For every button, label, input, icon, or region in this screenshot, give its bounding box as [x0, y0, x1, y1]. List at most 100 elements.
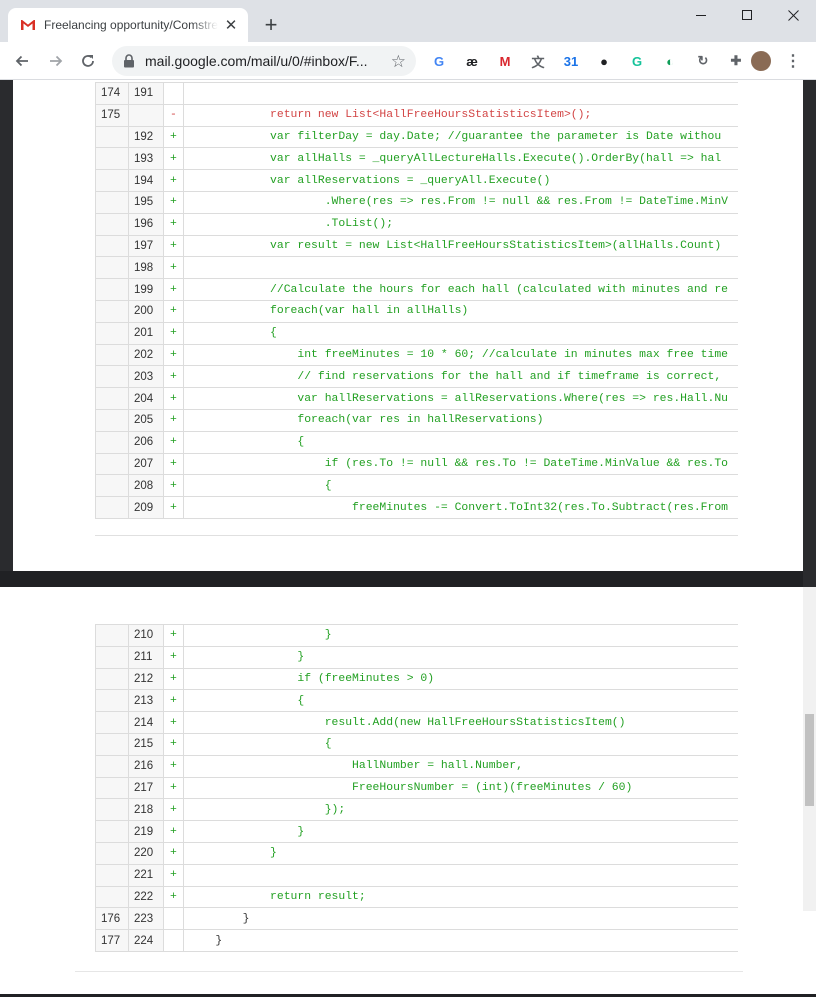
- new-line-number: 221: [128, 863, 164, 887]
- refresh-ext-icon[interactable]: ↻: [694, 52, 712, 70]
- close-tab-icon[interactable]: ✕: [222, 16, 240, 34]
- browser-tab[interactable]: Freelancing opportunity/Comstre ✕: [8, 8, 248, 42]
- new-line-number: [128, 103, 164, 127]
- puzzle-icon[interactable]: ✚: [727, 52, 745, 70]
- diff-marker: +: [163, 430, 184, 454]
- maximize-button[interactable]: [724, 0, 770, 30]
- divider: [95, 535, 738, 536]
- menu-kebab-icon[interactable]: ⋮: [784, 52, 802, 70]
- diff-row: 217 + FreeHoursNumber = (int)(freeMinutes…: [95, 776, 738, 800]
- diff-marker: +: [163, 299, 184, 323]
- translate-icon[interactable]: 文: [529, 52, 547, 70]
- diff-row: 201 + {: [95, 321, 738, 345]
- diff-row: 207 + if (res.To != null && res.To != Dat…: [95, 452, 738, 476]
- code-line: HallNumber = hall.Number,: [183, 754, 738, 778]
- diff-marker: +: [163, 343, 184, 367]
- code-line: // find reservations for the hall and if…: [183, 365, 738, 389]
- new-line-number: 191: [128, 82, 164, 105]
- old-line-number: [95, 365, 129, 389]
- new-line-number: 219: [128, 820, 164, 843]
- old-line-number: [95, 125, 129, 149]
- old-line-number: [95, 190, 129, 214]
- old-line-number: [95, 387, 129, 410]
- diff-marker: +: [163, 624, 184, 647]
- old-line-number: [95, 776, 129, 800]
- minimize-button[interactable]: [678, 0, 724, 30]
- diff-marker: [163, 82, 184, 105]
- code-line: {: [183, 689, 738, 713]
- code-line: {: [183, 321, 738, 345]
- diff-row: 193 + var allHalls = _queryAllLectureHall…: [95, 147, 738, 171]
- bookmark-star-icon[interactable]: ☆: [391, 53, 406, 70]
- diff-marker: +: [163, 125, 184, 149]
- old-line-number: [95, 667, 129, 691]
- old-line-number: [95, 885, 129, 909]
- new-line-number: 194: [128, 169, 164, 192]
- diff-marker: [163, 907, 184, 931]
- edge-ext-icon[interactable]: ◐: [661, 52, 679, 70]
- grammarly-icon[interactable]: G: [628, 52, 646, 70]
- old-line-number: [95, 408, 129, 432]
- new-line-number: 220: [128, 841, 164, 865]
- diff-marker: +: [163, 754, 184, 778]
- diff-row: 209 + freeMinutes -= Convert.ToInt32(res.…: [95, 496, 738, 519]
- diff-row: 215 + {: [95, 732, 738, 756]
- old-line-number: [95, 452, 129, 476]
- google-translate-icon[interactable]: G: [430, 52, 448, 70]
- diff-marker: +: [163, 234, 184, 258]
- diff-marker: +: [163, 169, 184, 192]
- code-line: foreach(var res in hallReservations): [183, 408, 738, 432]
- old-line-number: [95, 689, 129, 713]
- code-line: if (freeMinutes > 0): [183, 667, 738, 691]
- old-line-number: [95, 754, 129, 778]
- code-line: }: [183, 624, 738, 647]
- diff-row: 177 224 }: [95, 929, 738, 952]
- diff-marker: +: [163, 321, 184, 345]
- diff-row: 221 +: [95, 863, 738, 887]
- old-line-number: [95, 169, 129, 192]
- tab-strip: Freelancing opportunity/Comstre ✕ +: [0, 0, 816, 42]
- back-arrow-icon: [15, 55, 28, 67]
- diff-marker: +: [163, 278, 184, 301]
- ae-icon[interactable]: æ: [463, 52, 481, 70]
- diff-row: 206 + {: [95, 430, 738, 454]
- new-line-number: 214: [128, 711, 164, 734]
- code-line: .ToList();: [183, 212, 738, 236]
- diff-row: 195 + .Where(res => res.From != null && r…: [95, 190, 738, 214]
- profile-avatar[interactable]: [751, 51, 771, 71]
- lock-icon: [124, 54, 134, 68]
- diff-marker: +: [163, 408, 184, 432]
- calendar-icon[interactable]: 31: [562, 52, 580, 70]
- url-text: mail.google.com/mail/u/0/#inbox/F...: [145, 53, 368, 69]
- code-line: [183, 256, 738, 280]
- mega-icon[interactable]: M: [496, 52, 514, 70]
- maximize-icon: [741, 9, 752, 20]
- diff-marker: -: [163, 103, 184, 127]
- diff-marker: +: [163, 820, 184, 843]
- forward-arrow-icon: [50, 55, 63, 67]
- new-line-number: 211: [128, 645, 164, 669]
- diff-table-top: 174 191 175 - return new List<HallFreeHours…: [95, 82, 738, 519]
- diff-marker: +: [163, 190, 184, 214]
- diff-table-bottom: 210 + } 211 + } 212 + if (freeMinutes > 0) 213…: [95, 624, 738, 952]
- address-bar[interactable]: mail.google.com/mail/u/0/#inbox/F... ☆: [112, 46, 416, 76]
- code-line: }: [183, 820, 738, 843]
- forward-button[interactable]: [42, 47, 70, 75]
- diff-row: 194 + var allReservations = _queryAll.Exe…: [95, 169, 738, 192]
- new-line-number: 222: [128, 885, 164, 909]
- back-button[interactable]: [8, 47, 36, 75]
- new-line-number: 197: [128, 234, 164, 258]
- new-tab-button[interactable]: +: [258, 12, 284, 38]
- diff-row: 176 223 }: [95, 907, 738, 931]
- dark-ext-icon[interactable]: ●: [595, 52, 613, 70]
- diff-marker: [163, 929, 184, 952]
- old-line-number: [95, 863, 129, 887]
- scrollbar-thumb[interactable]: [805, 714, 814, 806]
- close-window-button[interactable]: [770, 0, 816, 30]
- new-line-number: 192: [128, 125, 164, 149]
- code-line: {: [183, 732, 738, 756]
- reload-button[interactable]: [74, 47, 102, 75]
- new-line-number: 205: [128, 408, 164, 432]
- code-line: var hallReservations = allReservations.W…: [183, 387, 738, 410]
- diff-row: 208 + {: [95, 474, 738, 498]
